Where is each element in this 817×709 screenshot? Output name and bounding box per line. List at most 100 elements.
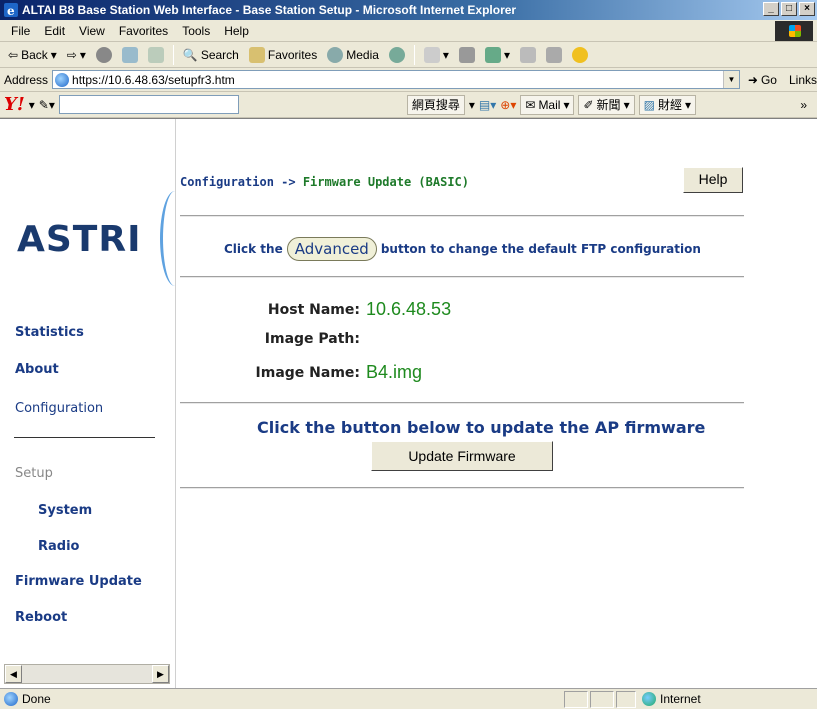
image-name-value: B4.img xyxy=(366,362,423,382)
favorites-button[interactable]: Favorites xyxy=(245,44,321,66)
menu-file[interactable]: File xyxy=(4,24,37,38)
minimize-button[interactable]: _ xyxy=(763,2,779,16)
yahoo-search-button[interactable]: 網頁搜尋 xyxy=(406,94,465,115)
print-button[interactable] xyxy=(455,44,479,66)
forward-arrow-icon: ⇨ xyxy=(66,47,77,62)
chevron-down-icon[interactable]: ▼ xyxy=(722,71,739,88)
sidebar-item-reboot[interactable]: Reboot xyxy=(15,610,67,625)
advanced-row: Click the Advanced button to change the … xyxy=(224,237,701,261)
divider xyxy=(180,215,744,217)
address-input[interactable]: https://10.6.48.63/setupfr3.htm ▼ xyxy=(52,70,740,89)
update-message: Click the button below to update the AP … xyxy=(257,418,706,437)
home-button[interactable] xyxy=(144,44,168,66)
chevron-down-icon: ▾ xyxy=(503,47,510,62)
back-arrow-icon: ⇦ xyxy=(8,47,19,62)
yahoo-search-label: 網頁搜尋 xyxy=(411,98,460,112)
toolbar-separator xyxy=(172,44,174,65)
breadcrumb-current: Firmware Update (BASIC) xyxy=(302,175,469,189)
sidebar-item-configuration[interactable]: Configuration xyxy=(15,401,103,416)
target-icon[interactable]: ⊕▾ xyxy=(500,98,516,112)
status-bar: Done Internet xyxy=(0,688,817,709)
advanced-prefix: Click the xyxy=(224,242,283,256)
breadcrumb-separator: -> xyxy=(273,175,303,189)
search-button[interactable]: 🔍 Search xyxy=(179,44,243,66)
toolbar-overflow-icon[interactable]: » xyxy=(800,98,807,112)
stop-button[interactable] xyxy=(92,44,116,66)
page-done-icon xyxy=(4,692,18,706)
media-label: Media xyxy=(346,47,379,62)
divider xyxy=(180,487,744,489)
yahoo-mail-button[interactable]: ✉ Mail ▾ xyxy=(520,94,575,115)
svg-text:e: e xyxy=(7,4,15,17)
discuss-button[interactable] xyxy=(516,44,540,66)
globe-icon xyxy=(642,692,656,706)
advanced-button[interactable]: Advanced xyxy=(286,237,377,261)
favorites-label: Favorites xyxy=(267,47,318,62)
address-label: Address xyxy=(4,72,49,87)
pencil-icon[interactable]: ✎▾ xyxy=(39,98,55,112)
refresh-button[interactable] xyxy=(118,44,142,66)
sidebar-item-statistics[interactable]: Statistics xyxy=(15,325,84,340)
menu-help[interactable]: Help xyxy=(217,24,256,38)
address-url: https://10.6.48.63/setupfr3.htm xyxy=(72,72,235,87)
divider xyxy=(180,276,744,278)
print-icon xyxy=(458,46,475,63)
breadcrumb-parent: Configuration xyxy=(180,175,274,189)
chevron-down-icon: ▾ xyxy=(563,97,570,112)
status-text: Done xyxy=(22,692,51,706)
forward-button[interactable]: ⇨ ▾ xyxy=(63,44,90,66)
scroll-left-icon[interactable]: ◀ xyxy=(5,665,22,683)
image-name-label: Image Name: xyxy=(255,364,360,381)
toolbar-separator xyxy=(413,44,415,65)
security-zone: Internet xyxy=(660,692,701,706)
mail-icon xyxy=(423,46,440,63)
menu-view[interactable]: View xyxy=(72,24,112,38)
image-path-label: Image Path: xyxy=(264,331,360,347)
yahoo-search-input[interactable] xyxy=(58,95,239,114)
yahoo-news-button[interactable]: ✐ 新聞 ▾ xyxy=(578,94,635,115)
image-path-field: Image Path: xyxy=(180,331,366,347)
home-icon xyxy=(147,46,164,63)
sidebar-item-radio[interactable]: Radio xyxy=(38,539,79,554)
back-button[interactable]: ⇦ Back ▾ xyxy=(4,44,61,66)
sidebar-item-firmware-update[interactable]: Firmware Update xyxy=(15,574,142,589)
menu-favorites[interactable]: Favorites xyxy=(112,24,175,38)
chevron-down-icon: ▾ xyxy=(684,97,691,112)
sidebar-frame: ASTRI Statistics About Configuration Set… xyxy=(0,119,176,689)
sidebar-heading-setup: Setup xyxy=(15,466,53,481)
yahoo-logo[interactable]: Y! xyxy=(4,94,25,115)
history-button[interactable] xyxy=(385,44,409,66)
sidebar-divider xyxy=(14,437,155,438)
edit-button[interactable]: ▾ xyxy=(481,44,514,66)
messenger-button[interactable] xyxy=(568,44,592,66)
menu-tools[interactable]: Tools xyxy=(175,24,217,38)
go-button[interactable]: ➜ Go xyxy=(748,73,777,87)
messenger-smiley-icon xyxy=(571,46,588,63)
horizontal-scrollbar[interactable]: ◀ ▶ xyxy=(4,664,170,684)
lock-icon xyxy=(616,690,636,708)
highlight-icon[interactable]: ▤▾ xyxy=(479,98,496,112)
mail-menu-button[interactable]: ▾ xyxy=(420,44,453,66)
chevron-down-icon: ▾ xyxy=(442,47,449,62)
help-button[interactable]: Help xyxy=(683,167,743,193)
sidebar-item-about[interactable]: About xyxy=(15,362,59,377)
update-firmware-button[interactable]: Update Firmware xyxy=(371,441,553,471)
chevron-down-icon[interactable]: ▾ xyxy=(469,98,475,112)
scroll-right-icon[interactable]: ▶ xyxy=(152,665,169,683)
edit-icon xyxy=(484,46,501,63)
media-button[interactable]: Media xyxy=(323,44,383,66)
windows-flag-icon xyxy=(775,21,813,41)
advanced-suffix: button to change the default FTP configu… xyxy=(380,242,701,256)
links-button[interactable]: Links xyxy=(789,73,817,87)
yahoo-finance-button[interactable]: ▨ 財經 ▾ xyxy=(638,94,696,115)
status-cell xyxy=(564,690,588,708)
close-button[interactable]: × xyxy=(799,2,815,16)
toolbar: ⇦ Back ▾ ⇨ ▾ 🔍 Search Favorites Media ▾ ▾ xyxy=(0,42,817,68)
chevron-down-icon[interactable]: ▾ xyxy=(29,98,35,112)
window-title: ALTAI B8 Base Station Web Interface - Ba… xyxy=(22,3,517,17)
research-button[interactable] xyxy=(542,44,566,66)
sidebar-item-system[interactable]: System xyxy=(38,503,92,518)
main-frame: Configuration -> Firmware Update (BASIC)… xyxy=(180,119,817,689)
maximize-button[interactable]: □ xyxy=(781,2,797,16)
menu-edit[interactable]: Edit xyxy=(37,24,72,38)
